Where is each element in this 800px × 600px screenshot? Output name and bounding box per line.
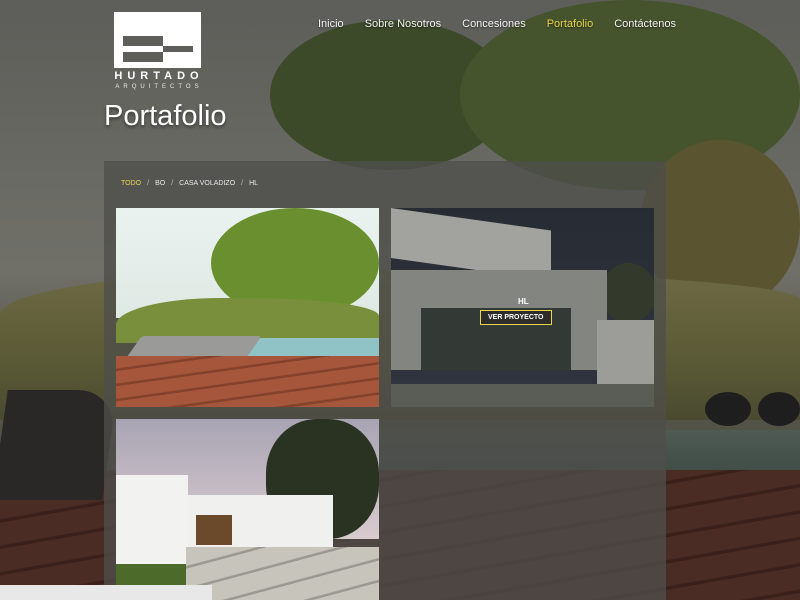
view-project-button[interactable]: VER PROYECTO — [480, 310, 552, 325]
lounge-chair — [126, 336, 262, 358]
background-planter — [758, 392, 800, 426]
logo-tagline: ARQUITECTOS — [115, 84, 203, 90]
filter-casa-voladizo[interactable]: CASA VOLADIZO — [179, 180, 235, 187]
filter-todo[interactable]: TODO — [121, 180, 141, 187]
portfolio-panel: TODO / BO / CASA VOLADIZO / HL HL VER PR… — [104, 161, 666, 600]
nav-contactenos[interactable]: Contáctenos — [614, 18, 676, 30]
project-title: HL — [518, 297, 529, 306]
logo-name: HURTADO — [114, 70, 204, 82]
project-tile-modern-house[interactable] — [116, 419, 379, 600]
logo-mark-icon — [114, 12, 201, 68]
nav-sobre-nosotros[interactable]: Sobre Nosotros — [365, 18, 441, 30]
filter-bo[interactable]: BO — [155, 180, 165, 187]
nav-portafolio[interactable]: Portafolio — [547, 18, 593, 30]
filter-separator: / — [147, 180, 150, 187]
portfolio-filters: TODO / BO / CASA VOLADIZO / HL — [121, 180, 258, 187]
horizontal-scrollbar[interactable] — [0, 585, 212, 600]
project-tile-hl[interactable]: HL VER PROYECTO — [391, 208, 654, 407]
nav-inicio[interactable]: Inicio — [318, 18, 344, 30]
filter-separator: / — [171, 180, 174, 187]
nav-concesiones[interactable]: Concesiones — [462, 18, 526, 30]
background-planter — [705, 392, 751, 426]
filter-hl[interactable]: HL — [249, 180, 258, 187]
project-tile-pool-deck[interactable] — [116, 208, 379, 407]
background-lounge-chair — [0, 390, 118, 500]
site-logo[interactable]: HURTADO ARQUITECTOS — [104, 12, 214, 90]
main-nav: Inicio Sobre Nosotros Concesiones Portaf… — [318, 18, 697, 30]
hover-overlay — [391, 208, 654, 407]
page-title: Portafolio — [104, 100, 227, 132]
filter-separator: / — [241, 180, 244, 187]
